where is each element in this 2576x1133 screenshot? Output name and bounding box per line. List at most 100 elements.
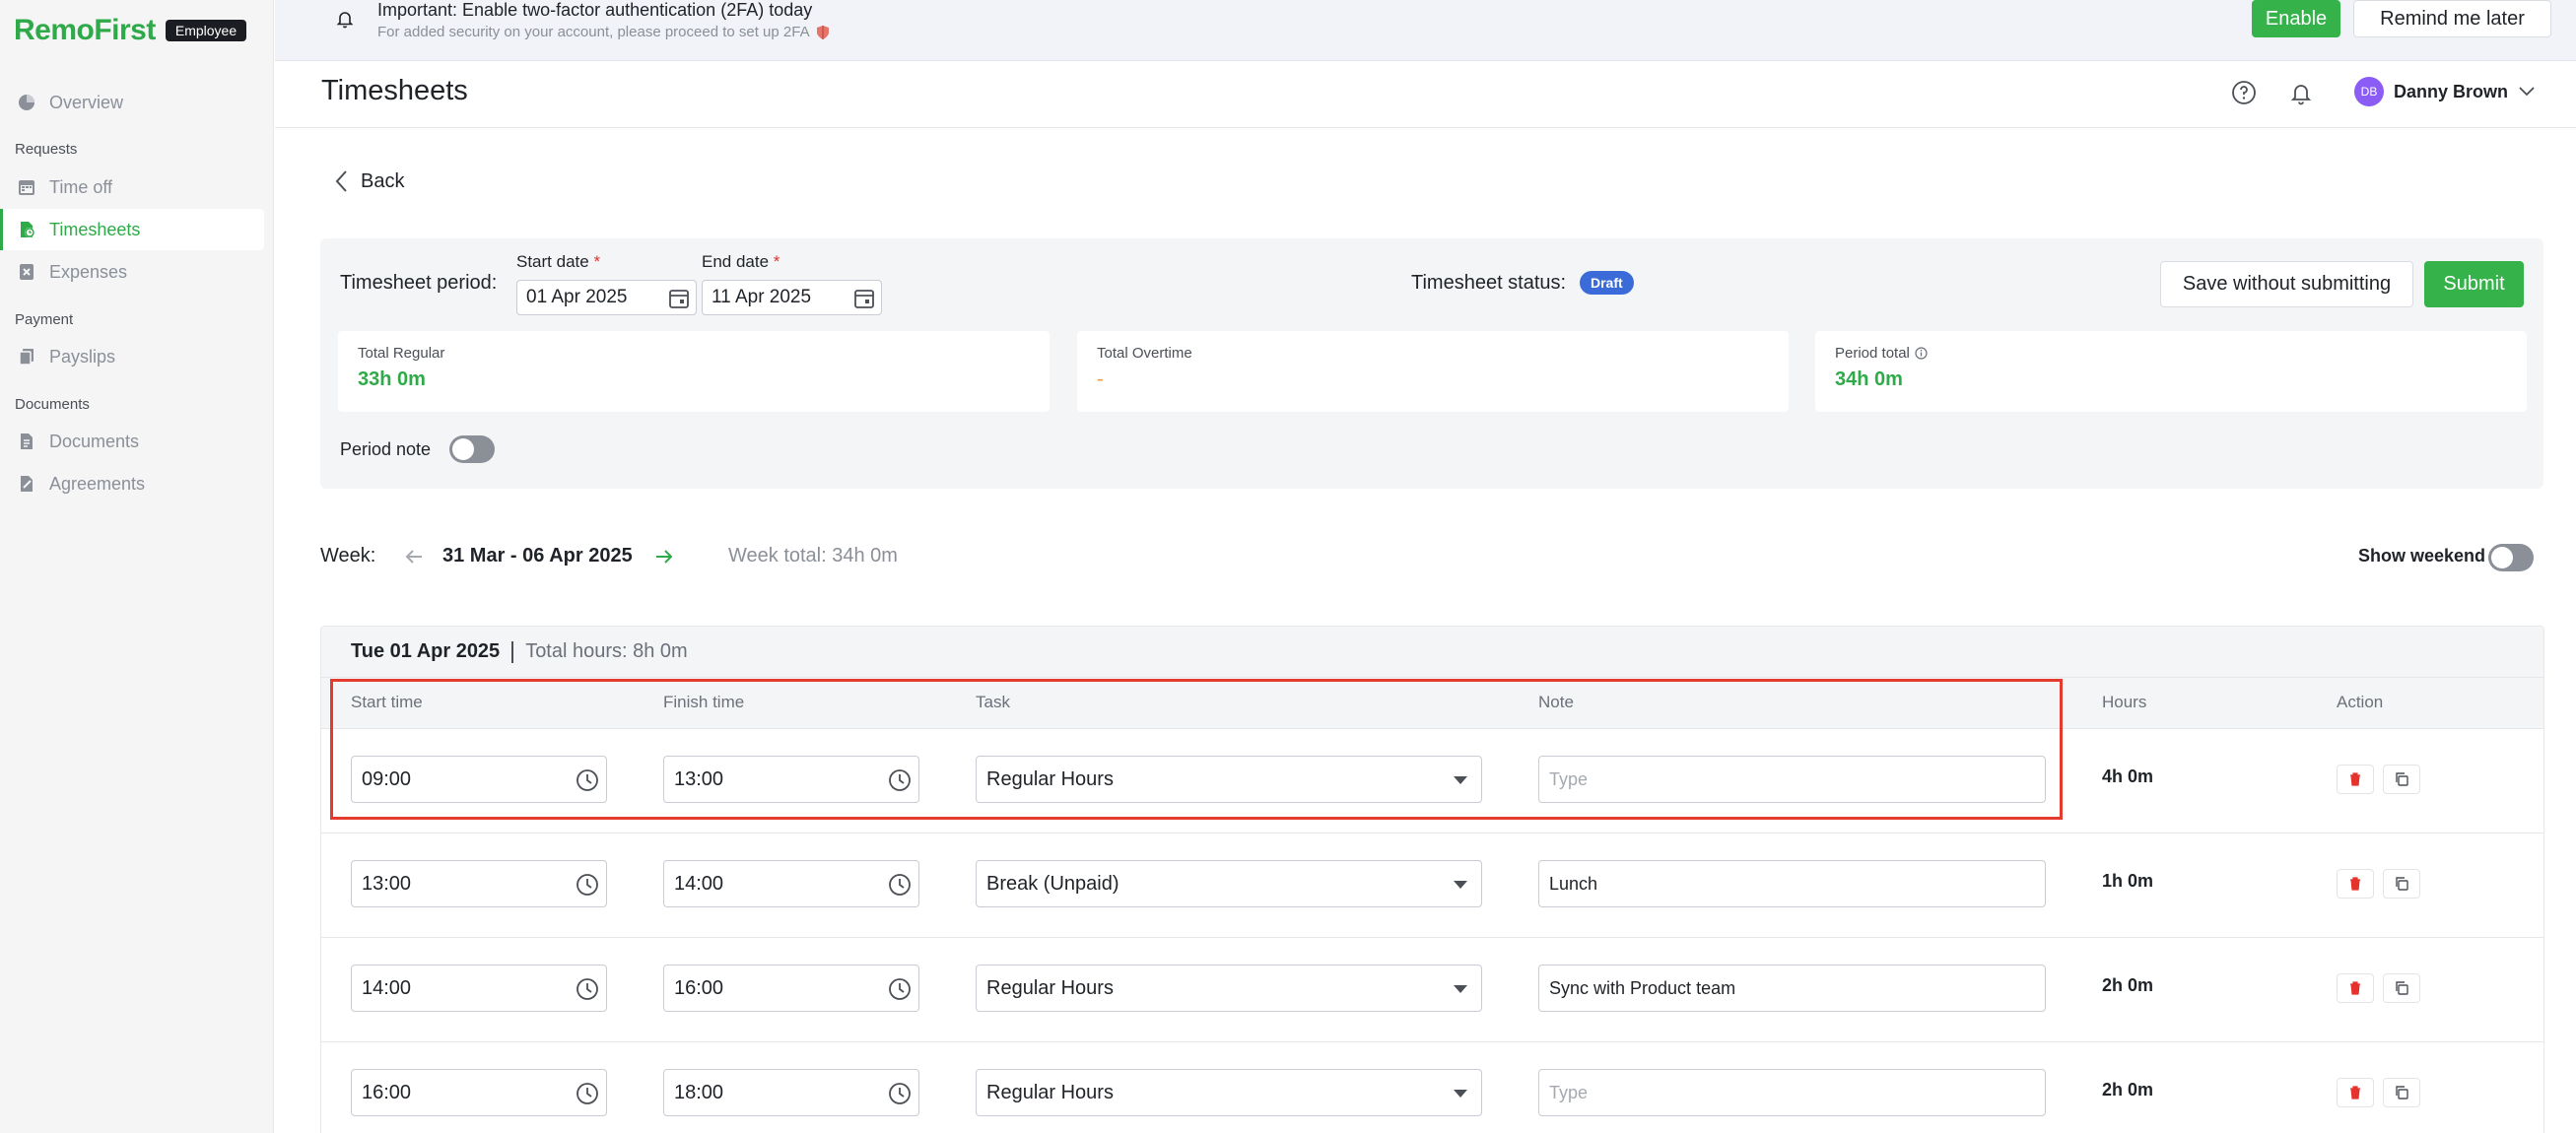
receipt-icon bbox=[18, 263, 35, 281]
day-card: Tue 01 Apr 2025 Total hours: 8h 0m Start… bbox=[320, 626, 2544, 1133]
day-header: Tue 01 Apr 2025 Total hours: 8h 0m bbox=[321, 627, 2543, 678]
start-time-value: 13:00 bbox=[362, 872, 412, 895]
sidebar-item-documents[interactable]: Documents bbox=[0, 421, 264, 462]
sidebar-item-label: Payslips bbox=[49, 346, 116, 367]
caret-down-icon bbox=[1454, 1090, 1467, 1098]
sidebar-item-time-off[interactable]: Time off bbox=[0, 167, 264, 208]
note-input[interactable]: Sync with Product team bbox=[1538, 965, 2046, 1012]
table-row: 14:00 16:00 Regular Hours Sync with Prod… bbox=[321, 938, 2543, 1042]
column-header: Note bbox=[1538, 693, 1574, 711]
sidebar-item-label: Expenses bbox=[49, 261, 128, 282]
shield-icon bbox=[816, 25, 830, 40]
start-date-label: Start date * bbox=[516, 252, 600, 272]
note-input[interactable]: Lunch bbox=[1538, 860, 2046, 907]
remind-later-button[interactable]: Remind me later bbox=[2353, 0, 2551, 37]
page-title: Timesheets bbox=[321, 75, 468, 106]
start-date-input[interactable]: 01 Apr 2025 bbox=[516, 280, 697, 315]
start-time-input[interactable]: 09:00 bbox=[351, 756, 607, 803]
banner-subtitle: For added security on your account, plea… bbox=[377, 24, 830, 40]
copy-icon bbox=[2394, 771, 2409, 787]
sidebar-item-payslips[interactable]: Payslips bbox=[0, 336, 264, 377]
stat-label: Total Regular bbox=[358, 345, 444, 362]
arrow-right-icon[interactable] bbox=[652, 545, 676, 568]
delete-button[interactable] bbox=[2337, 973, 2374, 1003]
show-weekend-toggle[interactable] bbox=[2488, 544, 2534, 571]
delete-button[interactable] bbox=[2337, 765, 2374, 794]
note-input[interactable]: Type bbox=[1538, 756, 2046, 803]
agreement-icon bbox=[18, 475, 35, 493]
column-header: Hours bbox=[2102, 693, 2147, 711]
note-placeholder: Type bbox=[1549, 768, 1589, 789]
finish-time-value: 18:00 bbox=[674, 1081, 724, 1103]
stat-value: - bbox=[1097, 368, 1104, 390]
caret-down-icon bbox=[1454, 881, 1467, 889]
sidebar-item-agreements[interactable]: Agreements bbox=[0, 463, 264, 504]
finish-time-value: 14:00 bbox=[674, 872, 724, 895]
note-value: Lunch bbox=[1549, 873, 1598, 894]
column-header: Action bbox=[2337, 693, 2384, 711]
bell-icon bbox=[334, 8, 356, 30]
stat-label-text: Total Regular bbox=[358, 345, 445, 362]
day-date: Tue 01 Apr 2025 bbox=[351, 640, 501, 662]
duplicate-button[interactable] bbox=[2383, 869, 2420, 899]
finish-time-input[interactable]: 16:00 bbox=[663, 965, 919, 1012]
start-time-input[interactable]: 13:00 bbox=[351, 860, 607, 907]
period-total-card: Period total 34h 0m bbox=[1815, 331, 2527, 412]
finish-time-input[interactable]: 18:00 bbox=[663, 1069, 919, 1116]
sidebar-section-requests: Requests bbox=[15, 141, 78, 158]
user-menu[interactable]: DB Danny Brown bbox=[2354, 77, 2536, 106]
arrow-left-icon[interactable] bbox=[402, 545, 426, 568]
delete-button[interactable] bbox=[2337, 869, 2374, 899]
sidebar-item-timesheets[interactable]: Timesheets bbox=[0, 209, 264, 250]
info-icon[interactable] bbox=[1915, 347, 1928, 360]
trash-icon bbox=[2347, 980, 2363, 996]
finish-time-value: 13:00 bbox=[674, 767, 724, 790]
row-hours: 2h 0m bbox=[2102, 975, 2154, 995]
stat-value: 33h 0m bbox=[358, 368, 426, 390]
finish-time-input[interactable]: 14:00 bbox=[663, 860, 919, 907]
notifications-icon[interactable] bbox=[2287, 79, 2315, 106]
task-select[interactable]: Regular Hours bbox=[976, 965, 1482, 1012]
end-date-input[interactable]: 11 Apr 2025 bbox=[702, 280, 882, 315]
end-date-value: 11 Apr 2025 bbox=[712, 287, 812, 307]
help-icon[interactable] bbox=[2230, 79, 2258, 106]
trash-icon bbox=[2347, 1085, 2363, 1100]
duplicate-button[interactable] bbox=[2383, 765, 2420, 794]
document-icon bbox=[18, 433, 35, 450]
sidebar-item-overview[interactable]: Overview bbox=[0, 82, 264, 123]
stat-label-text: Period total bbox=[1835, 345, 1910, 362]
save-without-submitting-button[interactable]: Save without submitting bbox=[2160, 261, 2413, 307]
stat-value: 34h 0m bbox=[1835, 368, 1903, 390]
copy-icon bbox=[2394, 980, 2409, 996]
start-time-input[interactable]: 14:00 bbox=[351, 965, 607, 1012]
back-link[interactable]: Back bbox=[335, 169, 404, 193]
enable-2fa-button[interactable]: Enable bbox=[2252, 0, 2340, 37]
duplicate-button[interactable] bbox=[2383, 1078, 2420, 1107]
brand[interactable]: RemoFirst Employee bbox=[14, 14, 247, 47]
divider bbox=[511, 640, 514, 663]
calendar-icon bbox=[18, 178, 35, 196]
duplicate-button[interactable] bbox=[2383, 973, 2420, 1003]
submit-button[interactable]: Submit bbox=[2424, 261, 2524, 307]
task-select[interactable]: Regular Hours bbox=[976, 756, 1482, 803]
2fa-banner: Important: Enable two-factor authenticat… bbox=[275, 0, 2576, 61]
banner-subtitle-text: For added security on your account, plea… bbox=[377, 24, 810, 40]
start-time-value: 14:00 bbox=[362, 976, 412, 999]
delete-button[interactable] bbox=[2337, 1078, 2374, 1107]
start-time-input[interactable]: 16:00 bbox=[351, 1069, 607, 1116]
task-select[interactable]: Regular Hours bbox=[976, 1069, 1482, 1116]
chevron-left-icon bbox=[335, 169, 349, 193]
row-hours: 4h 0m bbox=[2102, 766, 2154, 786]
copy-icon bbox=[2394, 1085, 2409, 1100]
sidebar-item-expenses[interactable]: Expenses bbox=[0, 251, 264, 293]
period-note-toggle[interactable] bbox=[449, 435, 495, 463]
finish-time-input[interactable]: 13:00 bbox=[663, 756, 919, 803]
task-select[interactable]: Break (Unpaid) bbox=[976, 860, 1482, 907]
timesheet-period-label: Timesheet period: bbox=[340, 272, 498, 294]
note-input[interactable]: Type bbox=[1538, 1069, 2046, 1116]
timesheet-status-label: Timesheet status: bbox=[1411, 272, 1567, 294]
trash-icon bbox=[2347, 771, 2363, 787]
task-value: Regular Hours bbox=[986, 976, 1114, 999]
back-label: Back bbox=[361, 169, 405, 192]
row-hours: 2h 0m bbox=[2102, 1080, 2154, 1100]
